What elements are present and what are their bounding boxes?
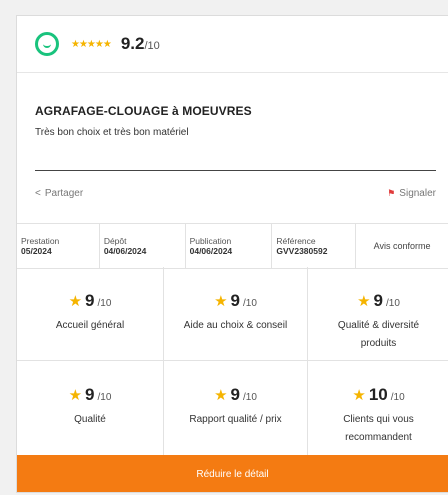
rating-score: 10 [368,385,388,404]
rating-cell: ★ 9/10 Qualité [17,361,164,455]
rating-cell: ★ 9/10 Accueil général [17,267,164,361]
star-icon: ★ [352,387,366,404]
review-comment: Très bon choix et très bon matériel [35,127,189,138]
rating-cell: ★ 9/10 Rapport qualité / prix [164,361,308,455]
rating-label: Qualité & diversité produits [337,320,420,349]
meta-value: 04/06/2024 [103,246,147,256]
star-icon: ★ [214,387,228,404]
share-label: Partager [44,188,84,199]
meta-prestation: Prestation 05/2024 [17,224,100,268]
conform-label: Avis conforme [373,241,431,251]
collapse-details-button[interactable]: Réduire le détail [17,455,448,492]
overall-score: 9.2/10 [121,34,160,54]
share-icon: < [35,188,41,199]
star-icon: ★ [214,293,228,310]
ratings-grid: ★ 9/10 Accueil général ★ 9/10 Aide au choi… [17,267,448,455]
rating-score: 9 [85,385,95,404]
rating-denominator: /10 [386,298,400,309]
meta-label: Dépôt [103,236,127,246]
rating-denominator: /10 [243,392,257,403]
review-title: AGRAFAGE-CLOUAGE à MOEUVRES [35,104,252,118]
rating-label: Qualité [74,414,106,425]
smiley-logo-icon [35,32,59,56]
share-link[interactable]: < Partager [35,188,83,199]
rating-cell: ★ 9/10 Aide au choix & conseil [164,267,308,361]
report-label: Signaler [399,188,436,199]
meta-label: Prestation [21,236,60,246]
rating-denominator: /10 [243,298,257,309]
meta-label: Référence [276,236,316,246]
rating-score: 9 [373,291,383,310]
divider [35,170,436,171]
meta-value: 04/06/2024 [189,246,233,256]
review-card: ★★★★★ 9.2/10 AGRAFAGE-CLOUAGE à MOEUVRES… [16,15,448,493]
review-meta: Prestation 05/2024 Dépôt 04/06/2024 Publ… [17,223,448,269]
meta-value: 05/2024 [21,246,52,256]
rating-score: 9 [85,291,95,310]
rating-denominator: /10 [390,392,405,403]
rating-stars-icon: ★★★★★ [71,38,112,50]
report-link[interactable]: ⚑ Signaler [387,188,436,199]
rating-label: Aide au choix & conseil [183,320,288,331]
overall-score-denominator: /10 [144,40,160,52]
meta-conform[interactable]: Avis conforme [356,224,448,268]
star-icon: ★ [357,293,371,310]
rating-score: 9 [230,385,240,404]
rating-denominator: /10 [97,298,112,309]
rating-label: Rapport qualité / prix [189,414,282,425]
rating-label: Accueil général [55,320,125,331]
star-icon: ★ [68,387,83,404]
meta-value: GVV2380592 [276,246,328,256]
meta-reference: Référence GVV2380592 [272,224,357,268]
rating-cell: ★ 9/10 Qualité & diversité produits [308,267,448,361]
meta-label: Publication [189,236,232,246]
meta-publication: Publication 04/06/2024 [186,224,273,268]
rating-label: Clients qui vous recommandent [343,414,414,443]
rating-score: 9 [230,291,240,310]
star-icon: ★ [68,293,83,310]
meta-depot: Dépôt 04/06/2024 [100,224,186,268]
flag-icon: ⚑ [387,188,396,198]
overall-score-value: 9.2 [120,34,145,53]
rating-denominator: /10 [97,392,112,403]
review-header: ★★★★★ 9.2/10 [17,16,448,73]
rating-cell: ★ 10/10 Clients qui vous recommandent [308,361,448,455]
